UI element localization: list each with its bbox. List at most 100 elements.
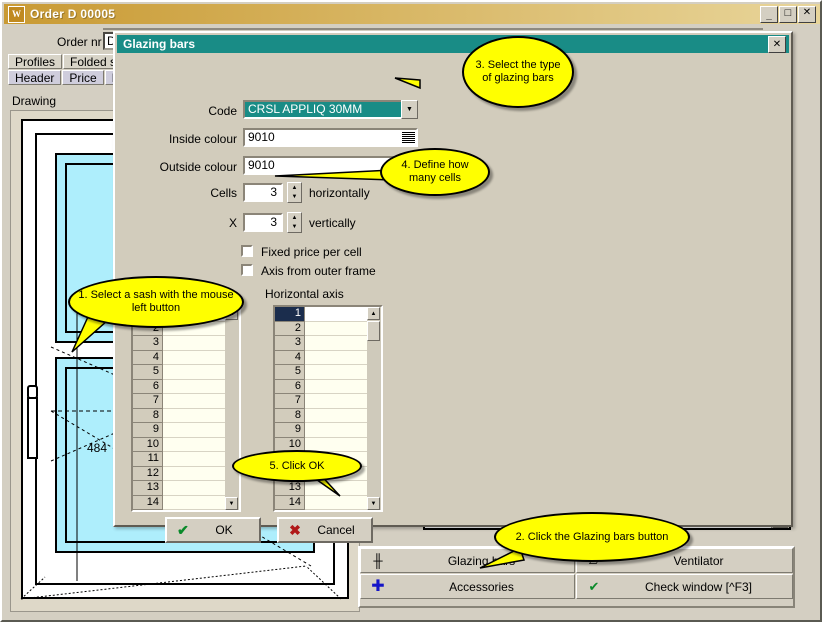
cells-horizontal-input[interactable]: 3 [243,183,283,202]
list-item-value[interactable] [305,423,367,438]
list-item[interactable]: 2 [275,321,367,336]
code-input[interactable]: CRSL APPLIQ 30MM [243,100,403,119]
list-item[interactable]: 9 [275,423,367,438]
list-item-value[interactable] [305,321,367,336]
cells-vertical-input[interactable]: 3 [243,213,283,232]
stepper-up-icon[interactable]: ▲ [288,213,301,223]
list-item-value[interactable] [305,307,367,322]
list-item-index: 6 [133,379,163,394]
list-item-index: 9 [275,423,305,438]
inside-colour-picker-icon[interactable] [401,130,416,145]
list-item-index: 8 [275,408,305,423]
list-item[interactable]: 6 [133,379,225,394]
list-item-index: 1 [275,307,305,322]
tab-header[interactable]: Header [8,70,62,85]
hlist-scroll-up-icon[interactable]: ▲ [367,307,380,320]
list-item[interactable]: 10 [133,437,225,452]
list-item[interactable]: 3 [133,336,225,351]
list-item-value[interactable] [163,365,225,380]
vlist-scroll-down-icon[interactable]: ▼ [225,497,238,510]
list-item-index: 13 [275,481,305,496]
list-item-value[interactable] [163,336,225,351]
list-item-value[interactable] [305,379,367,394]
list-item-value[interactable] [163,481,225,496]
list-item[interactable]: 11 [133,452,225,467]
outside-colour-label: Outside colour [159,160,237,174]
list-item[interactable]: 8 [275,408,367,423]
ok-button[interactable]: ✔ OK [165,517,261,543]
list-item[interactable]: 5 [133,365,225,380]
list-item[interactable]: 7 [133,394,225,409]
list-item[interactable]: 13 [133,481,225,496]
list-item-value[interactable] [163,495,225,510]
list-item[interactable]: 4 [133,350,225,365]
list-item-value[interactable] [305,481,367,496]
stepper-up-icon[interactable]: ▲ [288,183,301,193]
list-item[interactable]: 7 [275,394,367,409]
list-item-value[interactable] [305,365,367,380]
stepper-down-icon[interactable]: ▼ [288,223,301,233]
check-window-button[interactable]: ✔ Check window [^F3] [576,574,793,599]
cells-horizontal-stepper[interactable]: ▲ ▼ [287,182,302,203]
list-item-index: 4 [275,350,305,365]
cells-vertical-stepper[interactable]: ▲ ▼ [287,212,302,233]
list-item[interactable]: 13 [275,481,367,496]
list-item[interactable]: 4 [275,350,367,365]
inside-colour-label: Inside colour [168,132,237,146]
close-button[interactable]: ✕ [798,5,816,23]
list-item-value[interactable] [163,466,225,481]
list-item[interactable]: 3 [275,336,367,351]
list-item-value[interactable] [163,437,225,452]
list-item[interactable]: 6 [275,379,367,394]
dialog-close-button[interactable]: ✕ [768,35,786,53]
vertical-axis-scrollbar[interactable]: ▲ ▼ [225,307,239,510]
dialog-title: Glazing bars [123,37,196,51]
callout-4: 4. Define how many cells [380,148,490,196]
list-item[interactable]: 14 [133,495,225,510]
hlist-scroll-down-icon[interactable]: ▼ [367,497,380,510]
tab-price[interactable]: Price [62,70,104,85]
minimize-button[interactable]: _ [760,5,778,23]
drawing-label: Drawing [12,94,57,108]
list-item-value[interactable] [163,350,225,365]
list-item-index: 9 [133,423,163,438]
list-item[interactable]: 14 [275,495,367,510]
list-item-index: 7 [275,394,305,409]
list-item[interactable]: 5 [275,365,367,380]
list-item-value[interactable] [305,336,367,351]
list-item-value[interactable] [163,379,225,394]
vertical-axis-listbox[interactable]: 1234567891011121314 ▲ ▼ [131,305,241,512]
code-dropdown-button[interactable]: ▼ [401,100,418,119]
order-nr-label: Order nr [57,35,102,49]
toolbar-divider [103,28,763,30]
accessories-button[interactable]: ✚ Accessories [360,574,575,599]
app-icon: W [8,5,25,23]
list-item-value[interactable] [305,408,367,423]
list-item-value[interactable] [163,394,225,409]
axis-outer-frame-checkbox[interactable] [241,264,253,276]
list-item-index: 12 [133,466,163,481]
fixed-price-checkbox[interactable] [241,245,253,257]
tab-profiles[interactable]: Profiles [8,54,63,69]
list-item-index: 14 [133,495,163,510]
cancel-button[interactable]: ✖ Cancel [277,517,373,543]
list-item[interactable]: 1 [275,307,367,322]
list-item-value[interactable] [163,423,225,438]
cells-x-label: X [228,216,237,230]
callout-2: 2. Click the Glazing bars button [494,512,690,562]
list-item[interactable]: 9 [133,423,225,438]
list-item[interactable]: 12 [133,466,225,481]
stepper-down-icon[interactable]: ▼ [288,193,301,203]
list-item-value[interactable] [305,350,367,365]
list-item-value[interactable] [163,408,225,423]
list-item[interactable]: 8 [133,408,225,423]
cancel-x-icon: ✖ [289,521,301,538]
horizontal-axis-scrollbar[interactable]: ▲ ▼ [367,307,381,510]
list-item-value[interactable] [163,452,225,467]
hlist-scroll-thumb[interactable] [367,321,380,341]
inside-colour-input[interactable]: 9010 [243,128,418,147]
maximize-button[interactable]: □ [779,5,797,23]
list-item-value[interactable] [305,394,367,409]
list-item-value[interactable] [305,495,367,510]
list-item-index: 14 [275,495,305,510]
